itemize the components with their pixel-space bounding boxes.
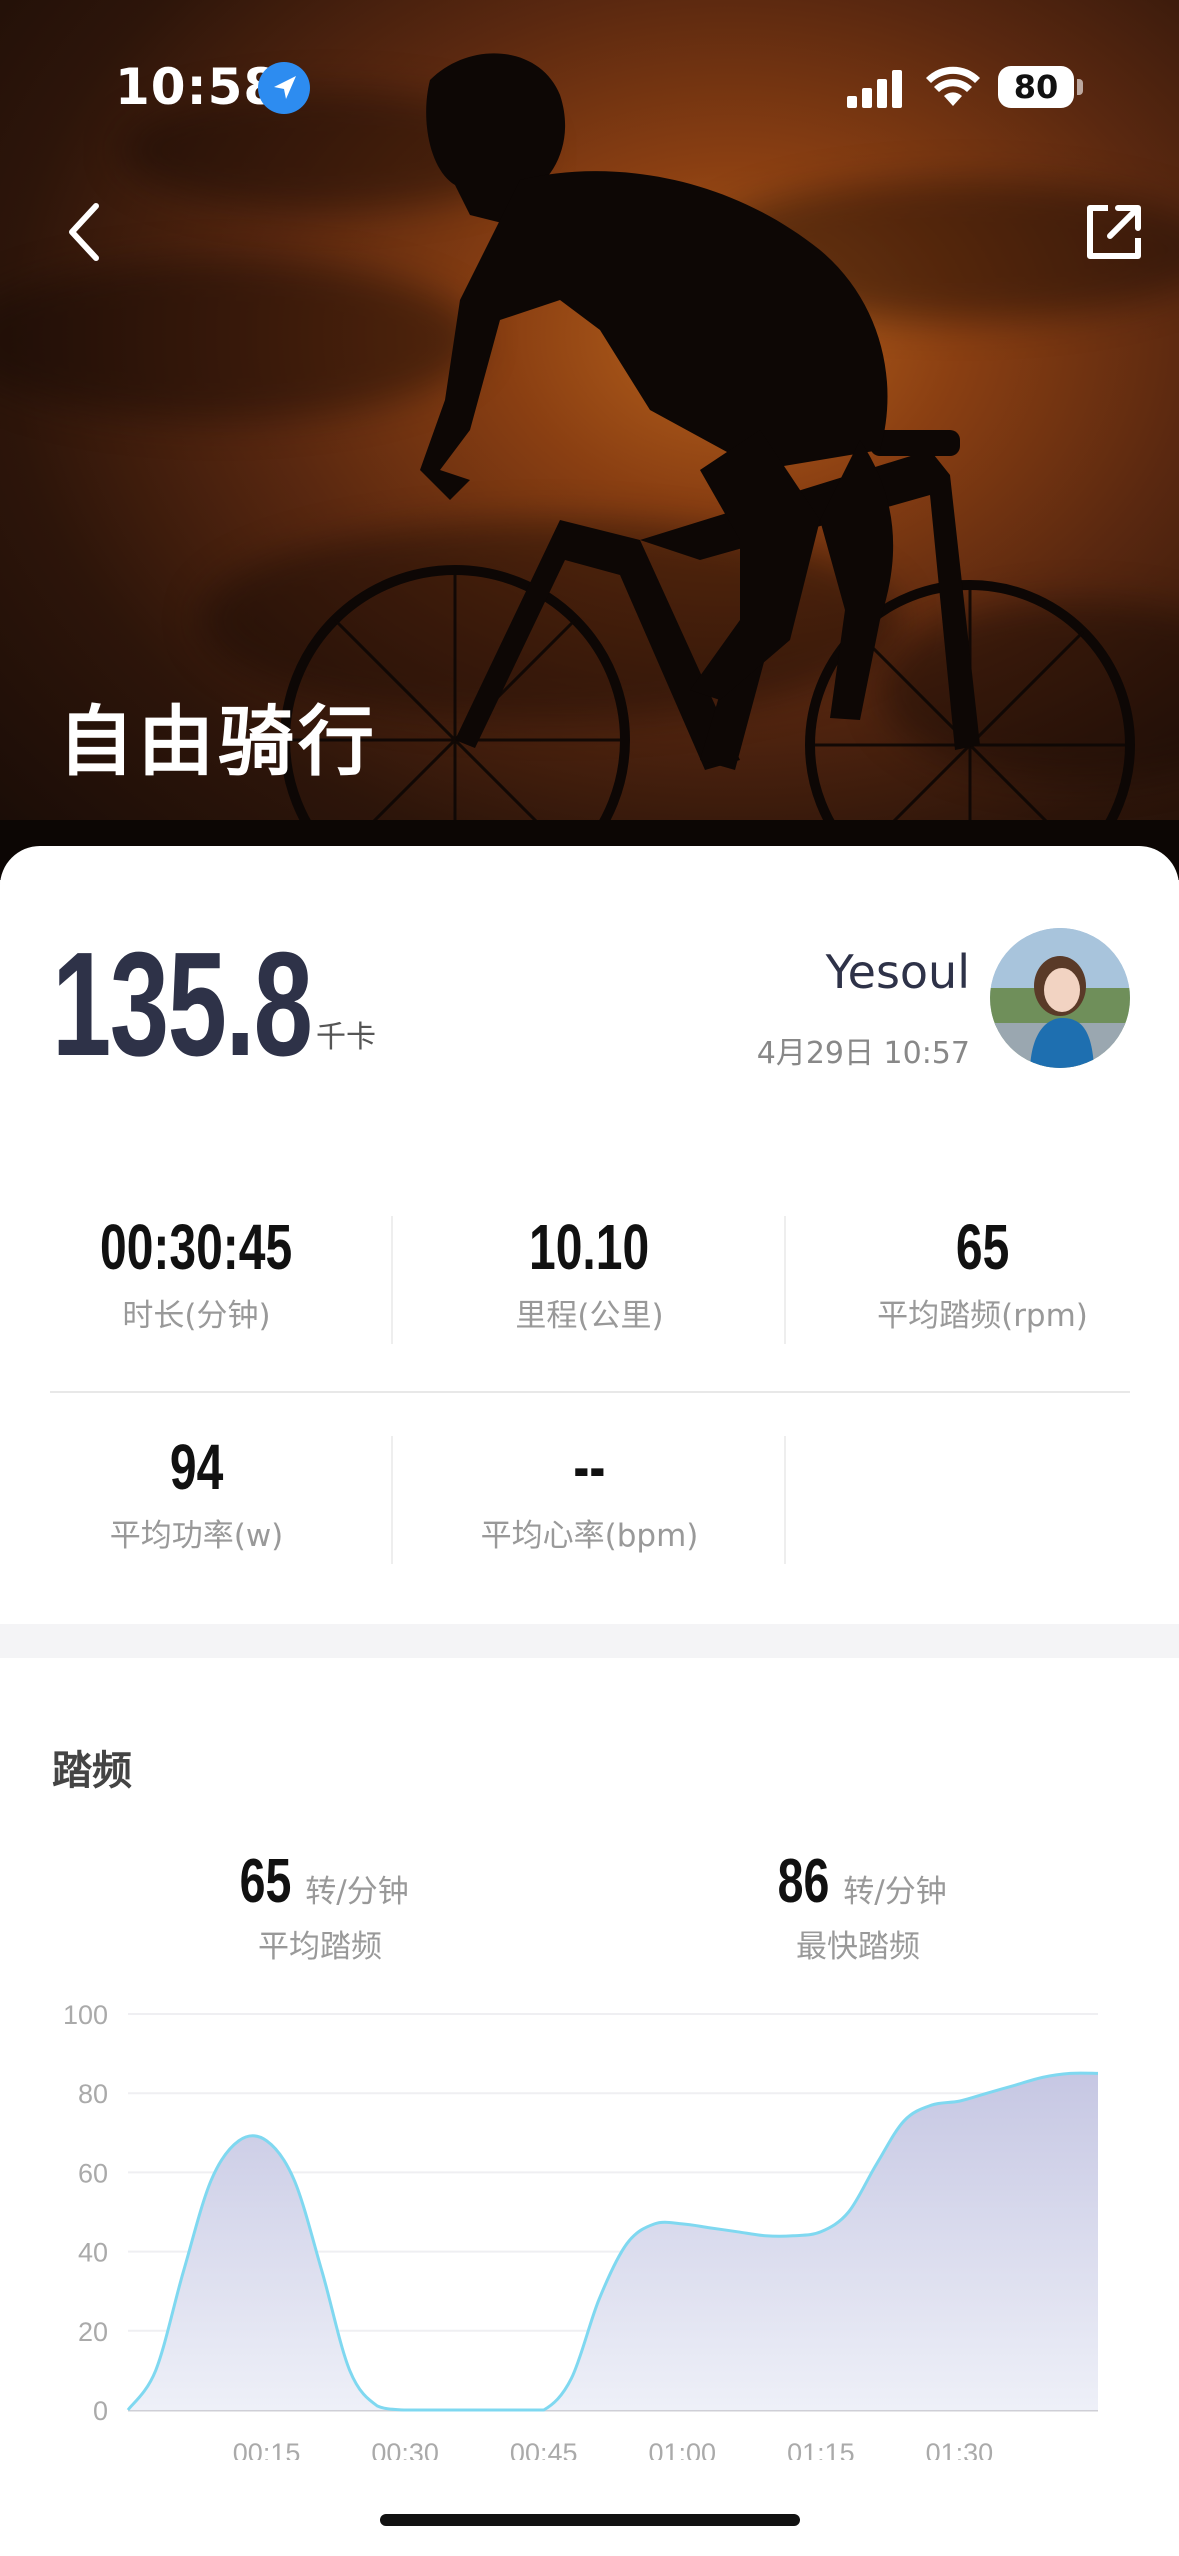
status-time: 10:58 [115,58,280,116]
cadence-section-title: 踏频 [52,1748,132,1794]
divider [784,1216,786,1344]
back-button[interactable] [60,196,120,268]
max-cadence-metric: 86 转/分钟 最快踏频 [658,1846,1058,1966]
y-tick-label: 60 [78,2158,108,2188]
signal-icon [847,70,902,108]
stat-distance-value: 10.10 [529,1211,650,1283]
stat-avg-power: 94 平均功率(w) [0,1430,393,1555]
home-indicator [380,2514,800,2526]
stat-avg-cadence-value: 65 [955,1211,1010,1283]
calories-unit: 千卡 [316,1020,376,1055]
divider [50,1391,1130,1393]
x-tick-label: 01:15 [787,2438,855,2460]
cadence-chart: 0 20 40 60 80 100 00:15 00:30 00:45 01:00 01:15 01… [63,2000,1099,2460]
y-tick-label: 100 [63,2000,108,2030]
avg-cadence-value: 65 [239,1847,292,1916]
divider [391,1436,393,1564]
x-tick-label: 00:30 [371,2438,439,2460]
x-tick-label: 00:45 [510,2438,578,2460]
stat-duration-label: 时长(分钟) [122,1298,271,1334]
user-name: Yesoul [825,945,970,999]
cadence-area [128,2073,1098,2410]
avg-cadence-metric: 65 转/分钟 平均踏频 [120,1846,520,1966]
battery-indicator: 80 [998,66,1074,108]
stat-avg-cadence-label: 平均踏频(rpm) [877,1298,1088,1334]
y-tick-label: 20 [78,2317,108,2347]
hero-banner: 10:58 80 自由骑行 [0,0,1179,880]
stat-avg-power-label: 平均功率(w) [109,1518,284,1554]
max-cadence-unit: 转/分钟 [843,1874,947,1910]
battery-tip [1077,79,1083,95]
y-tick-label: 0 [93,2396,108,2426]
y-tick-label: 40 [78,2238,108,2268]
stat-duration-value: 00:30:45 [100,1211,293,1283]
y-tick-label: 80 [78,2079,108,2109]
avg-cadence-unit: 转/分钟 [305,1874,409,1910]
x-tick-label: 00:15 [233,2438,301,2460]
x-tick-label: 01:30 [926,2438,994,2460]
calories-value: 135.8 [52,922,313,1087]
x-tick-label: 01:00 [648,2438,716,2460]
max-cadence-value: 86 [777,1847,830,1916]
divider [391,1216,393,1344]
divider [784,1436,786,1564]
stat-distance: 10.10 里程(公里) [393,1210,786,1335]
stat-avg-heart-rate-label: 平均心率(bpm) [480,1518,699,1554]
stat-distance-label: 里程(公里) [515,1298,664,1334]
avg-cadence-label: 平均踏频 [258,1929,382,1965]
stat-avg-heart-rate: -- 平均心率(bpm) [393,1430,786,1555]
wifi-icon [926,66,980,106]
share-button[interactable] [1078,196,1150,268]
stat-avg-power-value: 94 [169,1431,224,1503]
avatar[interactable] [990,928,1130,1068]
workout-datetime: 4月29日 10:57 [756,1036,970,1071]
max-cadence-label: 最快踏频 [796,1929,920,1965]
stat-duration: 00:30:45 时长(分钟) [0,1210,393,1335]
location-icon [258,62,310,114]
stat-avg-heart-rate-value: -- [573,1431,606,1503]
page-title: 自由骑行 [58,697,378,786]
stat-avg-cadence: 65 平均踏频(rpm) [786,1210,1179,1335]
